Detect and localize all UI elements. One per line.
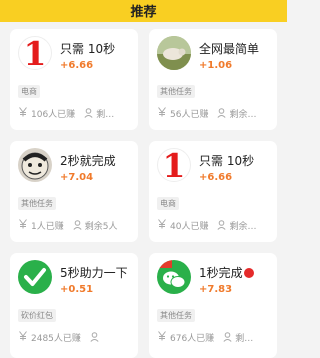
task-stats: 40人已赚 剩余… [157, 219, 273, 232]
person-icon [223, 332, 232, 342]
task-category-tag: 其他任务 [157, 309, 195, 322]
task-category-tag: 电商 [157, 197, 179, 210]
task-card[interactable]: 5秒助力一下 +0.51 砍价红包 2485人已赚 [10, 253, 138, 358]
remaining-count: 剩… [96, 110, 115, 120]
meme-face-icon [18, 148, 52, 182]
red-circle-icon [243, 268, 254, 278]
task-title: 只需 10秒 [60, 42, 116, 56]
task-reward: +6.66 [199, 172, 233, 183]
remaining-count: 剩余… [229, 222, 257, 232]
person-icon [73, 220, 82, 230]
earned-count: 2485人已赚 [31, 334, 81, 344]
remaining-count: 剩余… [229, 110, 257, 120]
earned-count: 676人已赚 [170, 334, 215, 344]
task-stats: 676人已赚 剩… [157, 331, 273, 344]
green-check-icon [18, 260, 52, 294]
task-stats: 2485人已赚 [18, 331, 134, 344]
red-digit-one-icon: 1 [157, 148, 191, 182]
task-reward: +7.83 [199, 284, 233, 295]
sheep-photo-icon [157, 36, 191, 70]
yen-icon [19, 331, 27, 341]
task-stats: 56人已赚 剩余… [157, 107, 273, 120]
earned-count: 56人已赚 [170, 110, 209, 120]
task-title: 1秒完成 [199, 264, 254, 281]
remaining-count: 剩… [235, 334, 254, 344]
task-stats: 106人已赚 剩… [18, 107, 134, 120]
red-digit-one-icon: 1 [18, 36, 52, 70]
task-category-tag: 砍价红包 [18, 309, 56, 322]
yen-icon [19, 107, 27, 117]
task-card[interactable]: 1 只需 10秒 +6.66 电商 106人已赚 剩… [10, 29, 138, 130]
yen-icon [158, 107, 166, 117]
page-title: 推荐 [130, 5, 157, 20]
person-icon [217, 108, 227, 118]
top-bar: 推荐 [0, 0, 287, 22]
task-category-tag: 其他任务 [18, 197, 56, 210]
task-reward: +1.06 [199, 60, 233, 71]
task-title: 只需 10秒 [199, 154, 255, 168]
task-title: 5秒助力一下 [60, 266, 128, 280]
yen-icon [158, 219, 166, 229]
earned-count: 40人已赚 [170, 222, 209, 232]
task-title: 2秒就完成 [60, 154, 116, 168]
task-stats: 1人已赚 剩余5人 [18, 219, 134, 232]
person-icon [84, 108, 93, 118]
task-category-tag: 电商 [18, 85, 40, 98]
task-title: 全网最简单 [199, 42, 260, 56]
task-card[interactable]: 1秒完成 +7.83 其他任务 676人已赚 剩… [149, 253, 277, 358]
person-icon [217, 220, 227, 230]
task-card[interactable]: 全网最简单 +1.06 其他任务 56人已赚 剩余… [149, 29, 277, 130]
task-card[interactable]: 2秒就完成 +7.04 其他任务 1人已赚 剩余5人 [10, 141, 138, 242]
wechat-icon [157, 260, 191, 294]
earned-count: 106人已赚 [31, 110, 76, 120]
yen-icon [158, 331, 166, 341]
task-category-tag: 其他任务 [157, 85, 195, 98]
person-icon [90, 332, 99, 342]
task-card[interactable]: 1 只需 10秒 +6.66 电商 40人已赚 剩余… [149, 141, 277, 242]
remaining-count: 剩余5人 [84, 222, 118, 232]
yen-icon [19, 219, 27, 229]
task-reward: +0.51 [60, 284, 94, 295]
earned-count: 1人已赚 [31, 222, 64, 232]
task-reward: +7.04 [60, 172, 94, 183]
task-reward: +6.66 [60, 60, 94, 71]
